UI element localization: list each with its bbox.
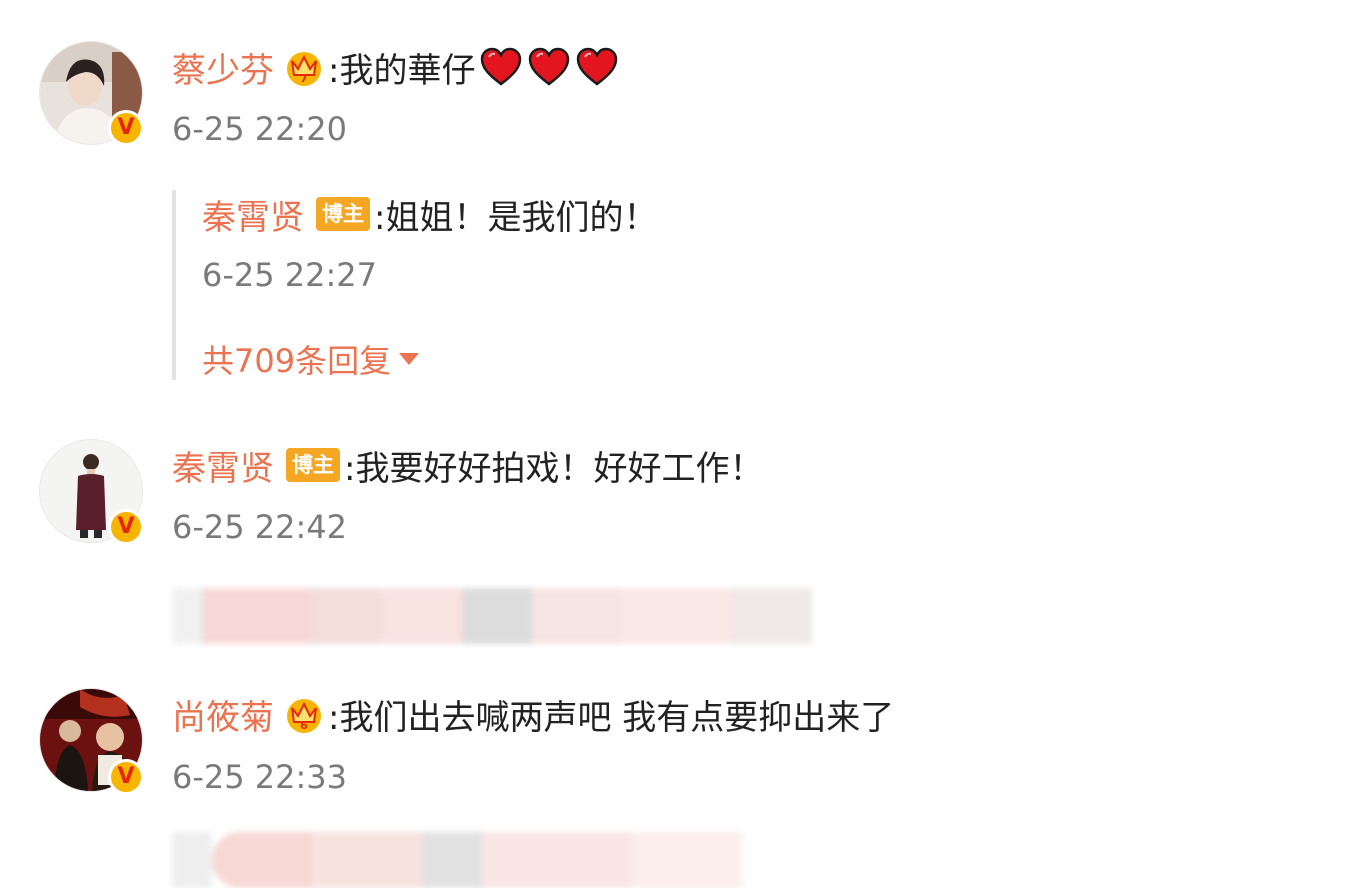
blurred-reply: [172, 832, 742, 888]
comment-text: :我的華仔: [328, 50, 476, 91]
reply-block: 秦霄贤 博主 :姐姐！是我们的！ 6-25 22:27 共709条回复: [172, 190, 876, 380]
blurred-reply: [172, 588, 812, 644]
caret-down-icon: [399, 353, 420, 365]
comment-line: 蔡少芬 7 :我的華仔: [172, 43, 619, 91]
username[interactable]: 蔡少芬: [172, 43, 274, 92]
comment-line: 尚筱菊 6 :我们出去喊两声吧 我有点要抑出来了: [172, 690, 894, 738]
reply-text: :姐姐！是我们的！: [374, 197, 658, 238]
blogger-tag: 博主: [286, 448, 340, 482]
username[interactable]: 秦霄贤: [172, 441, 274, 490]
red-heart-icon: [529, 47, 570, 86]
comment-text: :我们出去喊两声吧 我有点要抑出来了: [328, 697, 895, 738]
comment-text: :我要好好拍戏！好好工作！: [344, 448, 764, 489]
red-heart-icon: [481, 47, 522, 86]
verified-v-icon: V: [108, 110, 144, 146]
verified-v-icon: V: [108, 759, 144, 795]
blogger-tag: 博主: [316, 197, 370, 231]
crown-badge-icon[interactable]: 6: [284, 694, 324, 734]
more-replies-label: 共709条回复: [202, 342, 392, 380]
comment-line: 秦霄贤 博主 :我要好好拍戏！好好工作！: [172, 441, 763, 489]
comment-time: 6-25 22:20: [172, 110, 348, 148]
svg-text:6: 6: [300, 719, 308, 732]
comment-time: 6-25 22:33: [172, 758, 348, 796]
verified-v-icon: V: [108, 509, 144, 545]
crown-badge-icon[interactable]: 7: [284, 47, 324, 87]
username[interactable]: 尚筱菊: [172, 690, 274, 739]
comment-time: 6-25 22:42: [172, 508, 348, 546]
svg-text:7: 7: [300, 72, 308, 85]
reply-line: 秦霄贤 博主 :姐姐！是我们的！: [202, 190, 657, 238]
more-replies-link[interactable]: 共709条回复: [202, 336, 420, 382]
red-heart-icon: [577, 47, 618, 86]
username[interactable]: 秦霄贤: [202, 190, 304, 239]
reply-time: 6-25 22:27: [202, 256, 378, 294]
